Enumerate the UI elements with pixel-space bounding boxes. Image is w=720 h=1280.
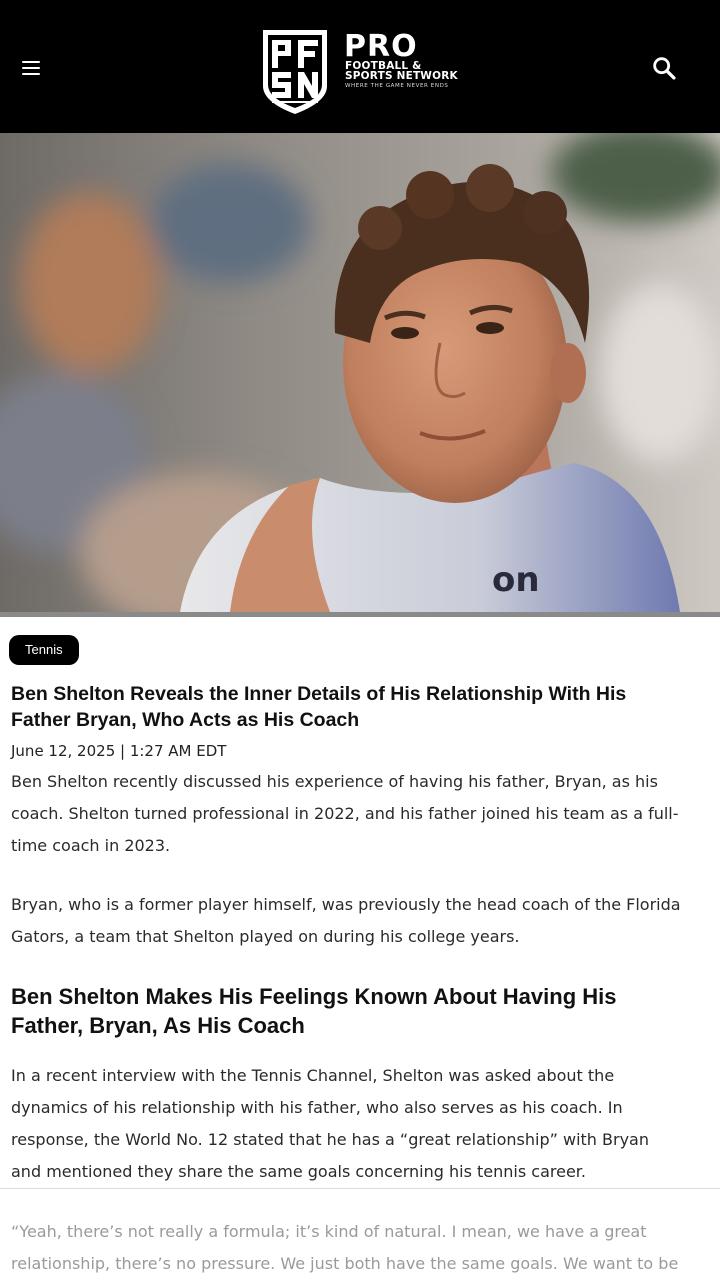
pfsn-shield-logo (263, 30, 327, 114)
article-subheading: Ben Shelton Makes His Feelings Known Abo… (11, 984, 617, 1038)
logo-brand-text: PRO (344, 29, 418, 64)
svg-text:on: on (492, 560, 540, 600)
hamburger-menu-icon[interactable] (22, 55, 48, 81)
site-header: PRO FOOTBALL & SPORTS NETWORK WHERE THE … (0, 0, 720, 133)
logo-line-2: SPORTS NETWORK (345, 70, 458, 82)
article-title: Ben Shelton Reveals the Inner Details of… (11, 683, 627, 731)
article-paragraph: Bryan, who is a former player himself, w… (11, 895, 681, 946)
category-tag[interactable]: Tennis (9, 635, 79, 665)
search-icon[interactable] (650, 54, 678, 82)
hero-image: on (0, 133, 720, 612)
article-paragraph: Ben Shelton recently discussed his exper… (11, 772, 679, 855)
site-logo[interactable]: PRO FOOTBALL & SPORTS NETWORK WHERE THE … (260, 28, 480, 116)
article-date: June 12, 2025 | 1:27 AM EDT (11, 742, 227, 760)
content-divider (0, 1188, 720, 1189)
hero-photo: on (0, 133, 720, 612)
article-quote-paragraph: “Yeah, there’s not really a formula; it’… (11, 1222, 679, 1273)
logo-tagline: WHERE THE GAME NEVER ENDS (345, 83, 449, 89)
article-paragraph: In a recent interview with the Tennis Ch… (11, 1066, 649, 1181)
hero-bottom-bar (0, 612, 720, 617)
